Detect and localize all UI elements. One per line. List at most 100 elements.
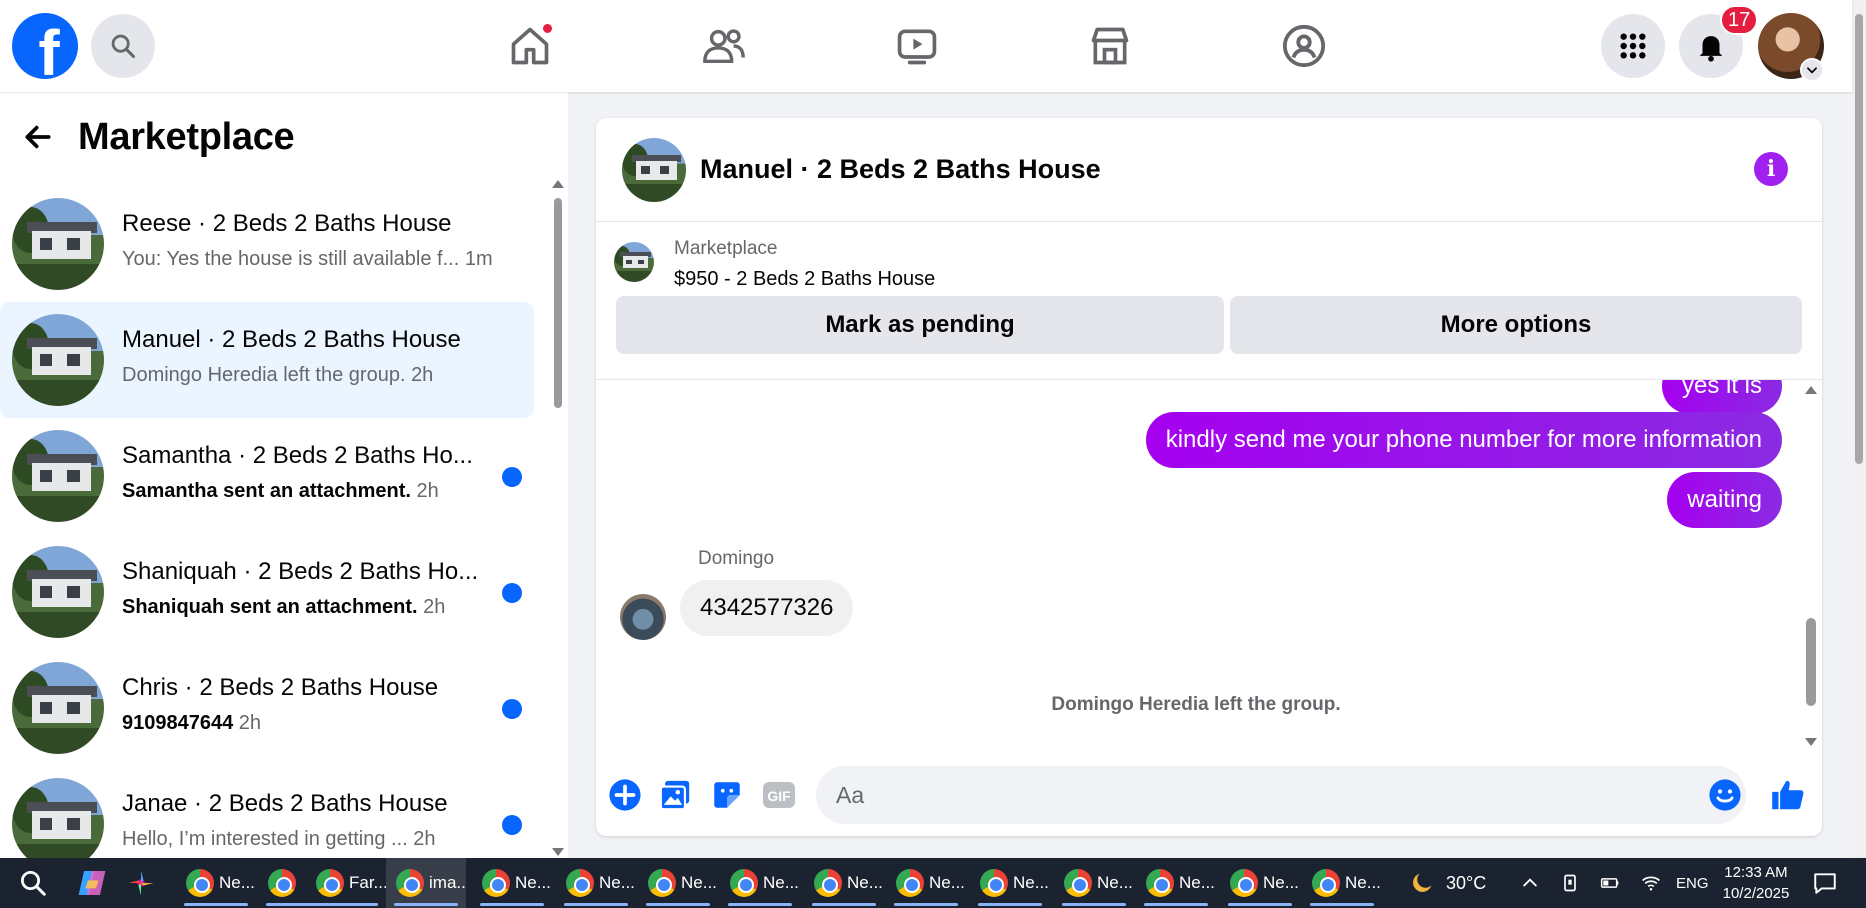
meet-now-button[interactable] — [1560, 858, 1580, 908]
taskbar-chrome-window[interactable]: Far... — [306, 858, 386, 908]
taskbar-chrome-window[interactable]: Ne... — [886, 858, 966, 908]
scroll-thumb[interactable] — [554, 198, 562, 408]
listing-small-thumbnail[interactable] — [614, 242, 654, 282]
emoji-button[interactable] — [1708, 778, 1742, 812]
taskbar-chrome-window[interactable]: Ne... — [176, 858, 256, 908]
taskbar-chrome-window[interactable]: Ne... — [638, 858, 718, 908]
sender-avatar[interactable] — [620, 594, 666, 640]
system-clock[interactable]: 12:33 AM 10/2/2025 — [1716, 862, 1796, 904]
conversation-item[interactable]: Samantha · 2 Beds 2 Baths Ho... Samantha … — [0, 418, 534, 534]
weather-widget[interactable]: 30°C — [1408, 858, 1486, 908]
conversation-item[interactable]: Manuel · 2 Beds 2 Baths House Domingo Her… — [0, 302, 534, 418]
taskbar-chrome-window[interactable]: Ne... — [1054, 858, 1134, 908]
nav-friends[interactable] — [696, 18, 752, 74]
chat-bubble-icon — [1814, 873, 1836, 894]
taskbar-chrome-window[interactable]: Ne... — [1220, 858, 1300, 908]
preview-time: 2h — [411, 364, 434, 386]
listing-card: Marketplace $950 - 2 Beds 2 Baths House … — [596, 222, 1822, 380]
video-icon — [897, 29, 937, 65]
notification-center-button[interactable] — [1812, 858, 1838, 908]
moon-icon — [1413, 873, 1432, 892]
taskbar-chrome-window[interactable]: Ne... — [1302, 858, 1382, 908]
page-title: Marketplace — [78, 115, 295, 158]
window-title: Ne... — [929, 873, 965, 892]
chrome-icon — [482, 869, 510, 897]
message-input[interactable] — [816, 766, 1746, 824]
preview-time: 2h — [238, 712, 262, 734]
account-menu-button[interactable] — [1800, 58, 1824, 82]
taskbar-search-button[interactable] — [18, 858, 48, 908]
scroll-up-arrow-icon[interactable] — [1805, 386, 1817, 394]
listing-price-title[interactable]: $950 - 2 Beds 2 Baths House — [674, 268, 935, 291]
copilot-button[interactable] — [76, 858, 108, 908]
scroll-down-arrow-icon[interactable] — [552, 848, 564, 856]
input-language[interactable]: ENG — [1676, 858, 1709, 908]
preview-text: Domingo Heredia left the group. — [122, 364, 406, 386]
gif-icon: GIF — [763, 782, 795, 808]
menu-button[interactable] — [1601, 14, 1665, 78]
preview-text: Samantha sent an attachment. — [122, 480, 411, 502]
taskbar-chrome-window[interactable]: Ne... — [556, 858, 636, 908]
window-title: ima... — [429, 873, 466, 892]
facebook-logo[interactable]: f — [12, 13, 78, 79]
battery-status[interactable] — [1598, 858, 1622, 908]
smiley-icon — [1709, 779, 1741, 811]
conversation-name: Janae · 2 Beds 2 Baths House — [122, 790, 448, 817]
taskbar-chrome-window[interactable]: Ne... — [1136, 858, 1216, 908]
conversation-item[interactable]: Reese · 2 Beds 2 Baths House You: Yes the… — [0, 186, 534, 302]
message-thread-scrollbar[interactable] — [1804, 380, 1818, 750]
attach-photo-button[interactable] — [658, 778, 692, 812]
svg-text:GIF: GIF — [767, 788, 791, 804]
scroll-down-arrow-icon[interactable] — [1805, 738, 1817, 746]
taskbar-chrome-window[interactable]: Ne... — [970, 858, 1050, 908]
nav-groups[interactable] — [1276, 18, 1332, 74]
show-hidden-icons-button[interactable] — [1520, 858, 1540, 908]
marketplace-store-icon — [1091, 27, 1129, 65]
search-button[interactable] — [91, 14, 155, 78]
taskbar-chrome-window[interactable]: ima... — [386, 858, 466, 908]
sticker-icon — [714, 782, 740, 808]
conversation-item[interactable]: Chris · 2 Beds 2 Baths House 9109847644 2… — [0, 650, 534, 766]
gif-button[interactable]: GIF — [762, 778, 796, 812]
scroll-up-arrow-icon[interactable] — [552, 180, 564, 188]
pinwheel-app-icon — [128, 870, 154, 896]
inbox-header: Marketplace — [20, 112, 295, 162]
nav-home[interactable] — [502, 18, 558, 74]
running-indicator — [184, 903, 248, 906]
taskbar-pinned-app[interactable] — [126, 858, 156, 908]
running-indicator — [1144, 903, 1208, 906]
incoming-message: 4342577326 — [680, 580, 854, 636]
sticker-button[interactable] — [710, 778, 744, 812]
chevron-down-icon — [1807, 67, 1817, 74]
nav-marketplace[interactable] — [1082, 18, 1138, 74]
scroll-thumb[interactable] — [1855, 14, 1863, 464]
conversation-list-scrollbar[interactable] — [552, 178, 564, 858]
nav-video[interactable] — [889, 18, 945, 74]
conversation-thumbnail — [12, 662, 104, 754]
window-title: Far... — [349, 873, 386, 892]
mark-as-pending-button[interactable]: Mark as pending — [616, 296, 1224, 354]
network-status[interactable] — [1640, 858, 1662, 908]
more-options-button[interactable]: More options — [1230, 296, 1802, 354]
listing-thumbnail[interactable] — [622, 138, 686, 202]
back-button[interactable] — [20, 119, 56, 155]
taskbar-chrome-window[interactable]: Ne... — [804, 858, 884, 908]
chrome-icon — [186, 869, 214, 897]
conversation-title[interactable]: Manuel · 2 Beds 2 Baths House — [700, 154, 1101, 185]
page-scrollbar[interactable] — [1852, 0, 1866, 858]
taskbar-chrome-window[interactable]: Ne... — [472, 858, 552, 908]
chrome-icon — [730, 869, 758, 897]
scroll-thumb[interactable] — [1806, 618, 1816, 706]
conversation-item[interactable]: Shaniquah · 2 Beds 2 Baths Ho... Shaniqua… — [0, 534, 534, 650]
conversation-preview: Samantha sent an attachment. 2h — [122, 480, 532, 503]
window-title: Ne... — [1097, 873, 1133, 892]
info-icon[interactable]: i — [1754, 152, 1788, 186]
bell-icon — [1699, 36, 1723, 62]
taskbar-chrome-window[interactable] — [258, 858, 330, 908]
chrome-icon — [814, 869, 842, 897]
taskbar-chrome-window[interactable]: Ne... — [720, 858, 800, 908]
chrome-icon — [648, 869, 676, 897]
more-actions-button[interactable] — [608, 778, 642, 812]
send-like-button[interactable] — [1768, 778, 1808, 812]
conversation-item[interactable]: Janae · 2 Beds 2 Baths House Hello, I’m i… — [0, 766, 534, 858]
